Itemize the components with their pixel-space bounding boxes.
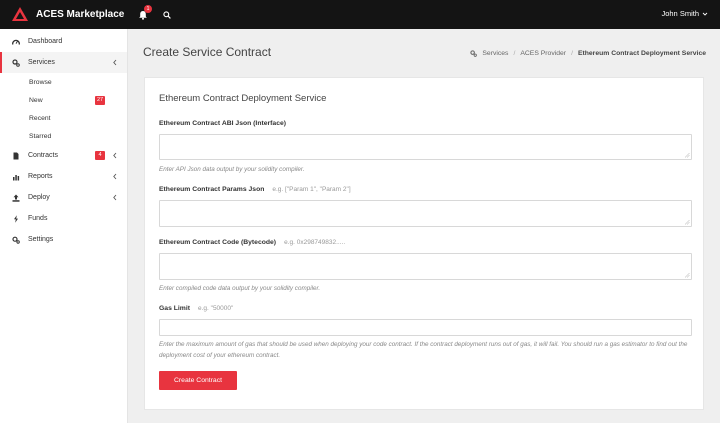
gas-limit-input[interactable] <box>159 319 692 336</box>
page-title: Create Service Contract <box>143 45 272 59</box>
sidebar-item-label: Reports <box>28 173 53 180</box>
sidebar-subitem-label: New <box>29 96 43 104</box>
resize-grip-icon[interactable] <box>684 152 690 158</box>
abi-label: Ethereum Contract ABI Json (Interface) <box>159 120 287 127</box>
gears-icon <box>470 50 478 57</box>
chevron-left-icon <box>113 152 117 159</box>
breadcrumb-provider[interactable]: ACES Provider <box>520 50 566 57</box>
settings-icon <box>12 236 20 244</box>
sidebar-subitem-starred[interactable]: Starred <box>0 127 127 145</box>
bar-chart-icon <box>13 174 20 180</box>
sidebar: Dashboard Services Browse New 27 Recent … <box>0 29 128 423</box>
sidebar-subitem-new[interactable]: New 27 <box>0 91 127 109</box>
contract-form-card: Ethereum Contract Deployment Service Eth… <box>144 77 704 410</box>
params-label: Ethereum Contract Params Json e.g. ["Para… <box>159 186 351 193</box>
user-name: John Smith <box>661 9 699 18</box>
abi-json-textarea[interactable] <box>159 134 692 160</box>
chevron-left-icon <box>113 173 117 180</box>
sidebar-item-label: Dashboard <box>28 38 63 45</box>
sidebar-item-contracts[interactable]: Contracts 4 <box>0 145 127 166</box>
sidebar-item-label: Contracts <box>28 152 58 159</box>
bytecode-label: Ethereum Contract Code (Bytecode) e.g. 0x… <box>159 239 345 246</box>
chevron-down-icon <box>702 12 708 16</box>
params-json-textarea[interactable] <box>159 200 692 227</box>
gears-icon <box>12 58 20 67</box>
gas-label-text: Gas Limit <box>159 305 190 312</box>
sidebar-item-dashboard[interactable]: Dashboard <box>0 31 127 52</box>
user-menu[interactable]: John Smith <box>661 9 708 18</box>
sidebar-subitem-label: Recent <box>29 114 51 122</box>
new-count-badge: 27 <box>95 96 106 105</box>
dashboard-icon <box>12 39 20 45</box>
sidebar-item-label: Deploy <box>28 194 50 201</box>
bytecode-example: e.g. 0x298749832..... <box>284 239 346 246</box>
sidebar-item-reports[interactable]: Reports <box>0 166 127 187</box>
sidebar-subitem-label: Browse <box>29 78 52 86</box>
sidebar-item-label: Settings <box>28 236 54 243</box>
bytecode-label-text: Ethereum Contract Code (Bytecode) <box>159 239 277 246</box>
top-navbar: ACES Marketplace 1 John Smith <box>0 0 720 29</box>
sidebar-item-services[interactable]: Services <box>0 52 127 73</box>
sidebar-item-funds[interactable]: Funds <box>0 208 127 229</box>
create-contract-button[interactable]: Create Contract <box>159 371 237 390</box>
params-example: e.g. ["Param 1", "Param 2"] <box>272 186 351 193</box>
params-label-text: Ethereum Contract Params Json <box>159 186 265 193</box>
breadcrumb-services[interactable]: Services <box>482 50 508 57</box>
breadcrumb-separator: / <box>571 50 573 57</box>
resize-grip-icon[interactable] <box>684 219 690 225</box>
breadcrumb: Services / ACES Provider / Ethereum Cont… <box>470 50 706 57</box>
resize-grip-icon[interactable] <box>684 272 690 278</box>
notification-badge: 1 <box>144 5 152 13</box>
sidebar-item-settings[interactable]: Settings <box>0 229 127 250</box>
breadcrumb-separator: / <box>513 50 516 57</box>
sidebar-item-deploy[interactable]: Deploy <box>0 187 127 208</box>
upload-icon <box>12 194 20 202</box>
app-title[interactable]: ACES Marketplace <box>36 9 124 20</box>
bolt-icon <box>14 214 18 223</box>
sidebar-item-label: Funds <box>28 215 48 222</box>
gas-example: e.g. "50000" <box>197 305 234 312</box>
sidebar-subitem-browse[interactable]: Browse <box>0 73 127 91</box>
file-icon <box>13 152 19 159</box>
chevron-left-icon <box>113 194 117 201</box>
bytecode-help-text: Enter compiled code data output by your … <box>159 285 321 292</box>
gas-label: Gas Limit e.g. "50000" <box>159 305 233 312</box>
aces-logo-icon <box>12 7 28 21</box>
bytecode-textarea[interactable] <box>159 253 692 280</box>
contracts-count-badge: 4 <box>95 151 105 160</box>
sidebar-subitem-label: Starred <box>29 132 52 140</box>
sidebar-item-label: Services <box>28 59 55 66</box>
abi-help-text: Enter API Json data output by your solid… <box>159 166 305 173</box>
chevron-left-icon <box>113 59 117 66</box>
sidebar-subitem-recent[interactable]: Recent <box>0 109 127 127</box>
search-icon[interactable] <box>163 11 171 19</box>
form-title: Ethereum Contract Deployment Service <box>159 93 327 104</box>
gas-help-text: Enter the maximum amount of gas that sho… <box>159 341 688 359</box>
breadcrumb-current: Ethereum Contract Deployment Service <box>577 50 706 57</box>
